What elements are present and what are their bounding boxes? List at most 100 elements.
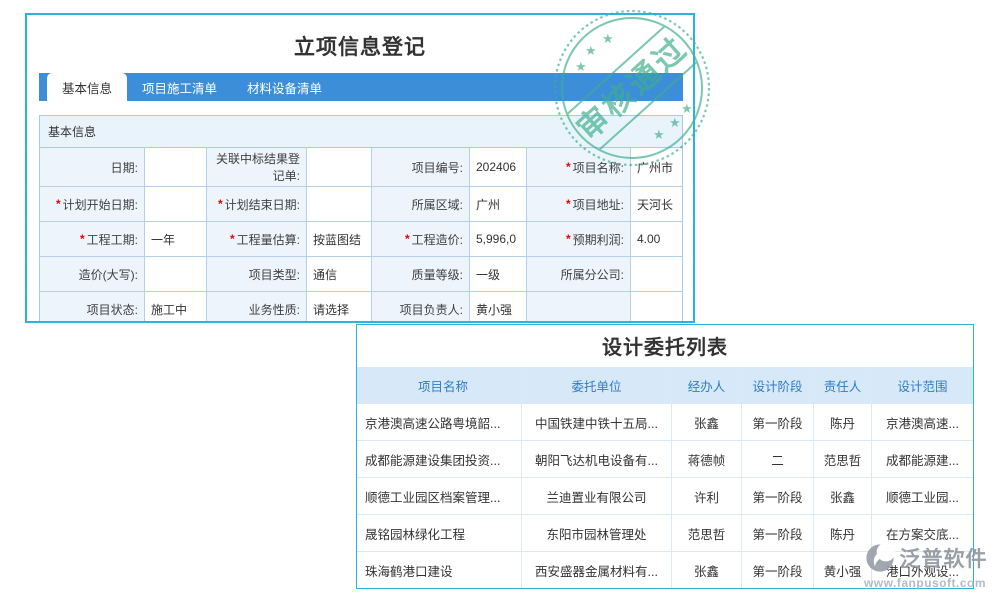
scope-cell: 成都能源建... (872, 441, 973, 478)
field-label-project-type: 项目类型: (207, 257, 307, 292)
field-label-region: 所属区域: (372, 187, 470, 222)
tab-bar: 基本信息 项目施工清单 材料设备清单 (39, 73, 683, 101)
owner-link[interactable]: 张鑫 (814, 478, 872, 515)
field-value-quality-grade[interactable]: 一级 (470, 257, 527, 292)
table-row: 晟铭园林绿化工程 东阳市园林管理处 范思哲 第一阶段 陈丹 在方案交底... (357, 515, 973, 552)
field-value-plan-start[interactable] (145, 187, 207, 222)
field-label-cost-words: 造价(大写): (40, 257, 145, 292)
form-row: *工程工期: 一年 *工程量估算: 按蓝图结 *工程造价: 5,996,0 *预… (40, 222, 682, 257)
scope-cell: 顺德工业园... (872, 478, 973, 515)
table-row: 顺德工业园区档案管理... 兰迪置业有限公司 许利 第一阶段 张鑫 顺德工业园.… (357, 478, 973, 515)
column-header-unit: 委托单位 (522, 367, 672, 404)
form-row: *计划开始日期: *计划结束日期: 所属区域: 广州 *项目地址: 天河长 (40, 187, 682, 222)
required-mark: * (566, 197, 571, 211)
required-mark: * (566, 160, 571, 174)
field-value-cost-words[interactable] (145, 257, 207, 292)
field-value-plan-end[interactable] (307, 187, 372, 222)
field-value-branch-company[interactable] (631, 257, 682, 292)
table-header-row: 项目名称 委托单位 经办人 设计阶段 责任人 设计范围 (357, 367, 973, 404)
agent-link[interactable]: 许利 (672, 478, 742, 515)
column-header-owner: 责任人 (814, 367, 872, 404)
project-name-link[interactable]: 京港澳高速公路粤境韶... (357, 404, 522, 441)
field-label-address: *项目地址: (527, 187, 631, 222)
field-label-plan-end: *计划结束日期: (207, 187, 307, 222)
form-row: 项目状态: 施工中 业务性质: 请选择 项目负责人: 黄小强 (40, 292, 682, 323)
form-row: 造价(大写): 项目类型: 通信 质量等级: 一级 所属分公司: (40, 257, 682, 292)
unit-cell: 中国铁建中铁十五局... (522, 404, 672, 441)
agent-link[interactable]: 张鑫 (672, 552, 742, 589)
field-label-empty (527, 292, 631, 323)
field-value-date[interactable] (145, 148, 207, 187)
field-label-project-name: *项目名称: (527, 148, 631, 187)
owner-link[interactable]: 陈丹 (814, 404, 872, 441)
owner-link[interactable]: 黄小强 (814, 552, 872, 589)
field-value-region[interactable]: 广州 (470, 187, 527, 222)
field-label-quantity-estimate: *工程量估算: (207, 222, 307, 257)
form-section-title: 基本信息 (40, 116, 682, 148)
tab-basic-info[interactable]: 基本信息 (47, 73, 127, 101)
field-value-project-cost[interactable]: 5,996,0 (470, 222, 527, 257)
field-label-plan-start: *计划开始日期: (40, 187, 145, 222)
field-label-duration: *工程工期: (40, 222, 145, 257)
registration-panel: 立项信息登记 基本信息 项目施工清单 材料设备清单 基本信息 日期: 关联中标结… (25, 13, 695, 323)
table-row: 珠海鹤港口建设 西安盛器金属材料有... 张鑫 第一阶段 黄小强 港口外观设..… (357, 552, 973, 589)
required-mark: * (56, 197, 61, 211)
unit-cell: 兰迪置业有限公司 (522, 478, 672, 515)
basic-info-form: 基本信息 日期: 关联中标结果登记单: 项目编号: 202406 *项目名称: … (39, 115, 683, 323)
column-header-project-name: 项目名称 (357, 367, 522, 404)
unit-cell: 东阳市园林管理处 (522, 515, 672, 552)
form-row: 日期: 关联中标结果登记单: 项目编号: 202406 *项目名称: 广州市 (40, 148, 682, 187)
field-value-project-manager[interactable]: 黄小强 (470, 292, 527, 323)
scope-cell: 京港澳高速... (872, 404, 973, 441)
field-value-duration[interactable]: 一年 (145, 222, 207, 257)
required-mark: * (80, 232, 85, 246)
field-label-project-cost: *工程造价: (372, 222, 470, 257)
table-row: 成都能源建设集团投资... 朝阳飞达机电设备有... 蒋德帧 二 范思哲 成都能… (357, 441, 973, 478)
column-header-stage: 设计阶段 (742, 367, 814, 404)
field-label-linked-bid: 关联中标结果登记单: (207, 148, 307, 187)
required-mark: * (230, 232, 235, 246)
field-value-expected-profit[interactable]: 4.00 (631, 222, 682, 257)
stage-cell: 第一阶段 (742, 478, 814, 515)
field-value-linked-bid[interactable] (307, 148, 372, 187)
field-value-project-type[interactable]: 通信 (307, 257, 372, 292)
agent-link[interactable]: 张鑫 (672, 404, 742, 441)
owner-link[interactable]: 范思哲 (814, 441, 872, 478)
required-mark: * (405, 232, 410, 246)
field-label-business-nature: 业务性质: (207, 292, 307, 323)
field-value-project-no[interactable]: 202406 (470, 148, 527, 187)
field-value-address[interactable]: 天河长 (631, 187, 682, 222)
field-value-project-name[interactable]: 广州市 (631, 148, 682, 187)
field-label-branch-company: 所属分公司: (527, 257, 631, 292)
stage-cell: 第一阶段 (742, 515, 814, 552)
project-name-link[interactable]: 顺德工业园区档案管理... (357, 478, 522, 515)
owner-link[interactable]: 陈丹 (814, 515, 872, 552)
project-name-link[interactable]: 晟铭园林绿化工程 (357, 515, 522, 552)
project-name-link[interactable]: 珠海鹤港口建设 (357, 552, 522, 589)
required-mark: * (566, 232, 571, 246)
column-header-agent: 经办人 (672, 367, 742, 404)
list-title: 设计委托列表 (357, 325, 973, 367)
column-header-scope: 设计范围 (872, 367, 973, 404)
scope-cell: 港口外观设... (872, 552, 973, 589)
field-value-empty (631, 292, 682, 323)
table-row: 京港澳高速公路粤境韶... 中国铁建中铁十五局... 张鑫 第一阶段 陈丹 京港… (357, 404, 973, 441)
field-label-project-status: 项目状态: (40, 292, 145, 323)
field-label-project-no: 项目编号: (372, 148, 470, 187)
unit-cell: 西安盛器金属材料有... (522, 552, 672, 589)
stage-cell: 第一阶段 (742, 552, 814, 589)
agent-link[interactable]: 蒋德帧 (672, 441, 742, 478)
tab-material-equipment-list[interactable]: 材料设备清单 (232, 73, 337, 101)
field-label-date: 日期: (40, 148, 145, 187)
agent-link[interactable]: 范思哲 (672, 515, 742, 552)
field-label-quality-grade: 质量等级: (372, 257, 470, 292)
stage-cell: 第一阶段 (742, 404, 814, 441)
field-value-project-status[interactable]: 施工中 (145, 292, 207, 323)
tab-construction-list[interactable]: 项目施工清单 (127, 73, 232, 101)
field-label-expected-profit: *预期利润: (527, 222, 631, 257)
field-value-quantity-estimate[interactable]: 按蓝图结 (307, 222, 372, 257)
scope-cell: 在方案交底... (872, 515, 973, 552)
unit-cell: 朝阳飞达机电设备有... (522, 441, 672, 478)
project-name-link[interactable]: 成都能源建设集团投资... (357, 441, 522, 478)
field-value-business-nature[interactable]: 请选择 (307, 292, 372, 323)
